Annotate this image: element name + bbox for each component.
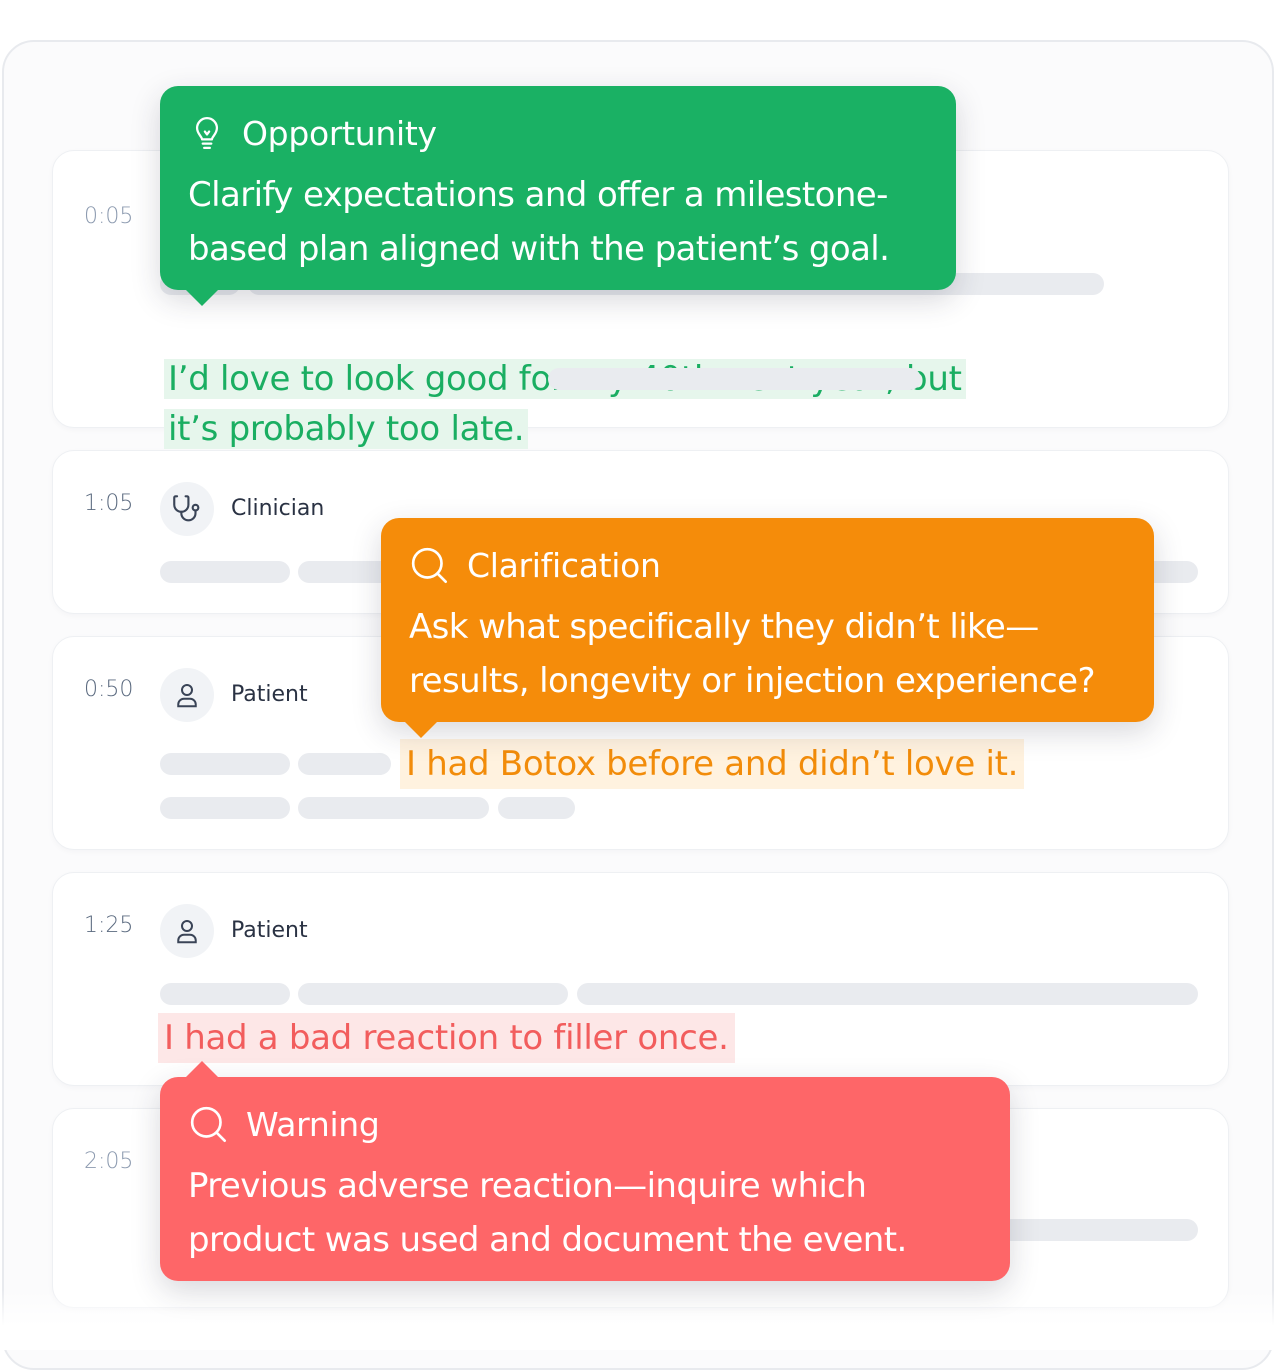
placeholder-bar: [160, 983, 290, 1005]
avatar: [160, 482, 214, 536]
placeholder-bar: [160, 561, 290, 583]
stethoscope-icon: [173, 495, 200, 522]
callout-text: Clarify expectations and offer a milesto…: [188, 175, 890, 269]
avatar: [160, 904, 214, 958]
placeholder-bar: [160, 753, 290, 775]
timestamp: 1:05: [84, 491, 134, 516]
placeholder-bar: [1000, 1219, 1198, 1241]
placeholder-bar: [298, 797, 489, 819]
callout-pointer: [405, 722, 437, 738]
callout-text: Ask what specifically they didn’t like— …: [409, 607, 1096, 701]
warning-callout[interactable]: Warning Previous adverse reaction—inquir…: [160, 1061, 1010, 1281]
callout-title: Clarification: [467, 545, 661, 585]
callout-title: Opportunity: [242, 113, 437, 153]
callout-header: Opportunity: [190, 110, 437, 156]
speaker-label: Patient: [231, 918, 308, 943]
callout-pointer: [186, 290, 218, 306]
fade-overlay: [0, 1290, 1280, 1350]
timestamp: 2:05: [84, 1149, 134, 1174]
callout-header: Warning: [188, 1101, 380, 1147]
placeholder-bar: [498, 797, 575, 819]
speaker-label: Clinician: [231, 496, 325, 521]
callout-text: Previous adverse reaction—inquire which …: [188, 1166, 907, 1260]
placeholder-bar: [298, 983, 568, 1005]
placeholder-bar: [160, 797, 290, 819]
callout-header: Clarification: [409, 542, 661, 588]
clarification-callout[interactable]: Clarification Ask what specifically they…: [381, 518, 1154, 738]
user-icon: [177, 920, 197, 944]
opportunity-callout[interactable]: Opportunity Clarify expectations and off…: [160, 86, 956, 306]
search-icon: [190, 1106, 227, 1142]
lightbulb-icon: [195, 117, 219, 150]
highlighted-quote[interactable]: I had a bad reaction to filler once.: [158, 1013, 735, 1063]
timestamp: 1:25: [84, 913, 134, 938]
placeholder-bar: [577, 983, 1198, 1005]
timestamp: 0:05: [84, 204, 134, 229]
speaker-label: Patient: [231, 682, 308, 707]
user-icon: [177, 684, 197, 708]
callout-title: Warning: [246, 1104, 380, 1144]
avatar: [160, 668, 214, 722]
search-icon: [411, 547, 447, 583]
placeholder-bar: [548, 368, 921, 390]
callout-pointer: [186, 1061, 218, 1077]
timestamp: 0:50: [84, 677, 134, 702]
placeholder-bar: [298, 753, 391, 775]
highlighted-quote[interactable]: I had Botox before and didn’t love it.: [400, 739, 1025, 789]
